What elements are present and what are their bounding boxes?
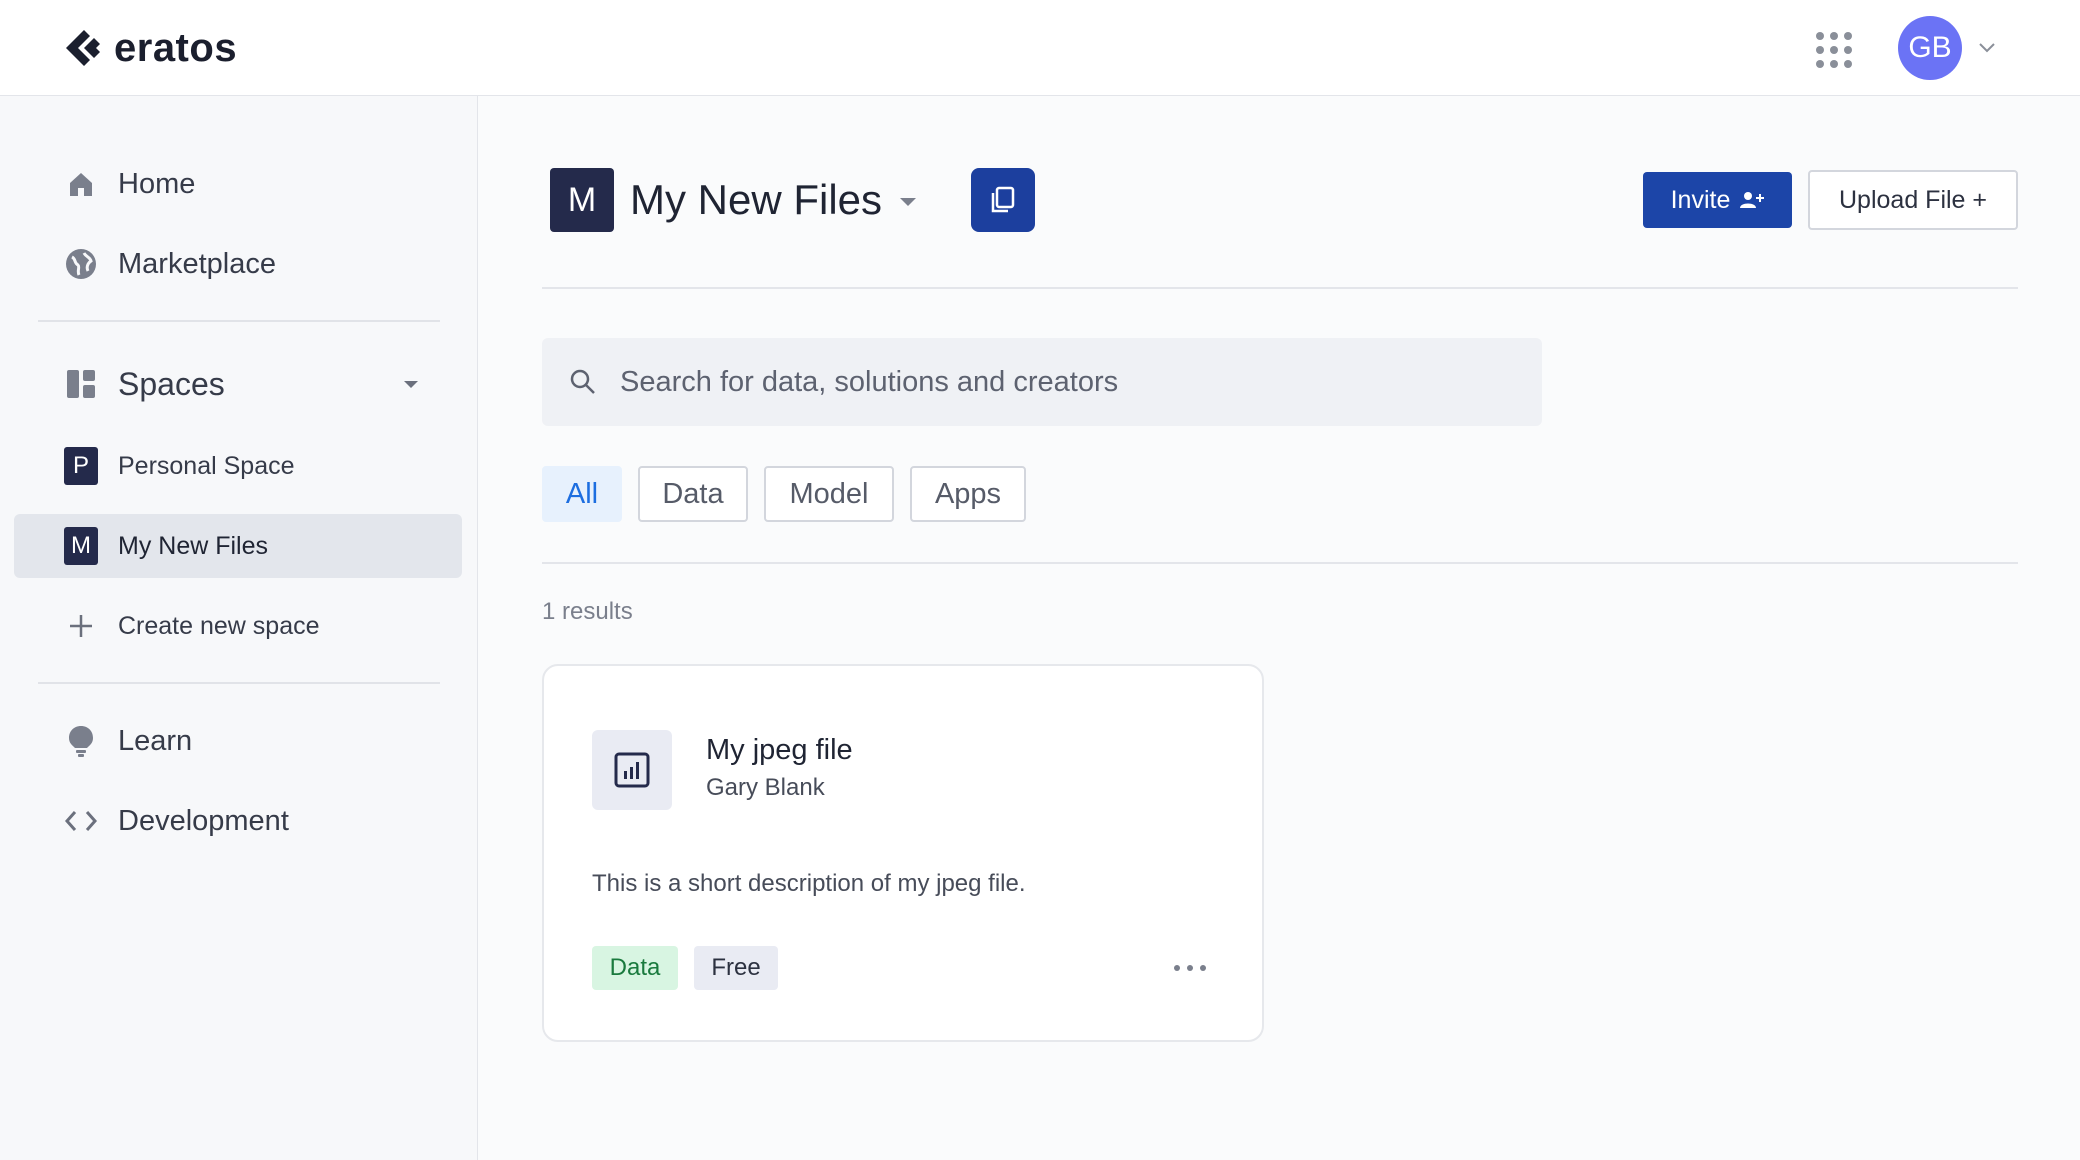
filter-divider xyxy=(542,562,2018,564)
code-icon xyxy=(64,804,98,838)
sidebar-divider xyxy=(38,682,440,684)
invite-button[interactable]: Invite xyxy=(1643,172,1792,228)
copy-icon xyxy=(991,186,1015,213)
sidebar-item-label: Learn xyxy=(118,724,193,757)
tag-free: Free xyxy=(694,946,778,990)
spaces-label: Spaces xyxy=(118,365,225,402)
space-initial: P xyxy=(64,447,98,485)
card-description: This is a short description of my jpeg f… xyxy=(592,870,1026,897)
result-card[interactable]: My jpeg file Gary Blank This is a short … xyxy=(542,664,1264,1042)
user-avatar[interactable]: GB xyxy=(1898,16,1962,80)
add-user-icon xyxy=(1740,192,1765,208)
sidebar-item-label: Create new space xyxy=(118,611,320,640)
dashboard-icon xyxy=(64,367,98,401)
plus-icon xyxy=(64,609,98,643)
sidebar-divider xyxy=(38,320,440,322)
sidebar: Home Marketplace Spaces P Personal Space… xyxy=(0,96,478,1160)
sidebar-item-label: Personal Space xyxy=(118,451,295,480)
sidebar-item-my-new-files[interactable]: M My New Files xyxy=(14,514,462,578)
logo-text: eratos xyxy=(114,25,238,70)
search-icon xyxy=(570,369,595,394)
create-new-space-button[interactable]: Create new space xyxy=(14,594,462,658)
search-input[interactable] xyxy=(620,365,1542,399)
chart-file-icon xyxy=(592,730,672,810)
lightbulb-icon xyxy=(64,724,98,758)
page-title: My New Files xyxy=(630,176,883,223)
copy-button[interactable] xyxy=(971,168,1035,232)
sidebar-item-label: Home xyxy=(118,167,196,200)
globe-icon xyxy=(64,247,98,281)
more-options-icon[interactable] xyxy=(1174,956,1206,980)
eratos-logo[interactable]: eratos xyxy=(60,22,237,74)
filter-data[interactable]: Data xyxy=(638,466,748,522)
eratos-logo-icon xyxy=(66,30,100,66)
invite-label: Invite xyxy=(1670,185,1731,214)
sidebar-item-label: My New Files xyxy=(118,531,269,560)
results-count: 1 results xyxy=(542,598,633,625)
home-icon xyxy=(64,167,98,201)
caret-down-icon[interactable] xyxy=(896,190,920,214)
space-avatar: M xyxy=(550,168,614,232)
sidebar-spaces-toggle[interactable]: Spaces xyxy=(14,346,462,422)
card-author: Gary Blank xyxy=(706,774,825,801)
caret-down-icon xyxy=(404,381,418,388)
top-bar: eratos GB xyxy=(0,0,2080,96)
upload-file-button[interactable]: Upload File + xyxy=(1808,170,2018,230)
filter-model[interactable]: Model xyxy=(764,466,894,522)
tag-data: Data xyxy=(592,946,678,990)
sidebar-item-home[interactable]: Home xyxy=(14,148,462,220)
filter-all[interactable]: All xyxy=(542,466,622,522)
header-divider xyxy=(542,287,2018,289)
sidebar-item-label: Marketplace xyxy=(118,247,276,280)
sidebar-item-learn[interactable]: Learn xyxy=(14,706,462,776)
space-avatar-m: M xyxy=(64,527,98,565)
space-initial: M xyxy=(64,527,98,565)
sidebar-item-label: Development xyxy=(118,804,289,837)
filter-apps[interactable]: Apps xyxy=(910,466,1026,522)
card-title[interactable]: My jpeg file xyxy=(706,734,853,767)
space-avatar-p: P xyxy=(64,447,98,485)
app-launcher-grid-icon[interactable] xyxy=(1812,28,1852,68)
sidebar-item-marketplace[interactable]: Marketplace xyxy=(14,228,462,300)
search-bar[interactable] xyxy=(542,338,1542,426)
sidebar-item-personal-space[interactable]: P Personal Space xyxy=(14,434,462,498)
chevron-down-icon[interactable] xyxy=(1976,36,1998,58)
sidebar-item-development[interactable]: Development xyxy=(14,786,462,856)
